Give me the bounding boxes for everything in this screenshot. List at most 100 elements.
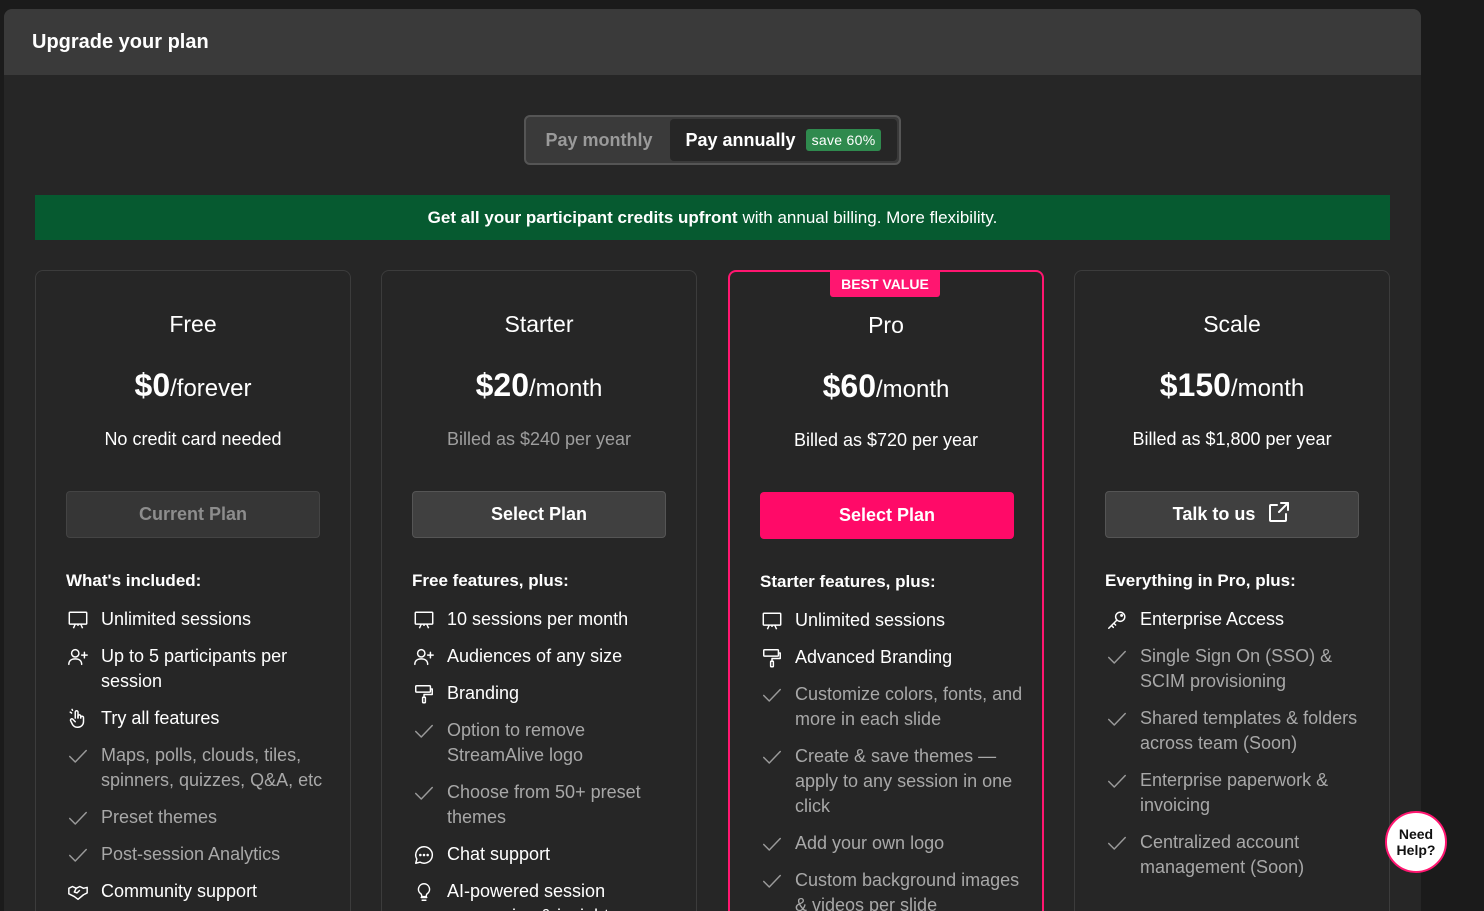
feature-text: Unlimited sessions [101, 609, 252, 629]
feature-item: Enterprise paperwork & invoicing [1105, 768, 1375, 818]
feature-list: 10 sessions per month Audiences of any si… [412, 607, 682, 911]
talk-to-us-button[interactable]: Talk to us [1105, 491, 1359, 538]
pay-monthly-option[interactable]: Pay monthly [528, 119, 670, 161]
feature-item: Maps, polls, clouds, tiles, spinners, qu… [66, 743, 336, 793]
feature-text: Branding [447, 683, 520, 703]
external-link-icon [1267, 500, 1291, 529]
price-period: /month [529, 375, 603, 402]
price-period: /month [1230, 375, 1305, 402]
pay-annually-label: Pay annually [685, 129, 796, 150]
feature-text: Shared templates & folders across team (… [1140, 708, 1358, 753]
need-help-button[interactable]: Need Help? [1385, 811, 1447, 873]
plan-name: Scale [1203, 311, 1261, 337]
feature-item: Create & save themes — apply to any sess… [760, 744, 1030, 819]
feature-text: Preset themes [101, 807, 218, 827]
feature-item: AI-powered session summaries & insights [412, 879, 682, 911]
feature-item: Advanced Branding [760, 645, 1030, 670]
feature-text: Post-session Analytics [101, 844, 281, 864]
check-icon [412, 719, 436, 743]
upgrade-plan-modal: Upgrade your plan Pay monthly Pay annual… [4, 9, 1421, 911]
feature-item: Choose from 50+ preset themes [412, 780, 682, 830]
chat-bubble-icon [412, 843, 436, 867]
feature-text: Community support [101, 881, 258, 901]
feature-item: Centralized account management (Soon) [1105, 830, 1375, 880]
feature-text: Advanced Branding [795, 647, 953, 667]
plan-billing: Billed as $240 per year [446, 429, 632, 449]
feature-list: Enterprise Access Single Sign On (SSO) & … [1105, 607, 1375, 892]
select-plan-starter-button[interactable]: Select Plan [412, 491, 666, 538]
lightbulb-icon [412, 880, 436, 904]
hand-pointer-icon [66, 707, 90, 731]
plan-card-free: Free $0/forever No credit card needed Cu… [35, 270, 351, 911]
presentation-icon [66, 608, 90, 632]
annual-billing-banner: Get all your participant credits upfront… [35, 195, 1390, 240]
handshake-icon [66, 880, 90, 904]
user-plus-icon [66, 645, 90, 669]
feature-item: Unlimited sessions [760, 608, 1030, 633]
feature-text: Custom background images & videos per sl… [795, 870, 1020, 911]
feature-text: Choose from 50+ preset themes [447, 782, 641, 827]
feature-item: Option to remove StreamAlive logo [412, 718, 682, 768]
price-period: /forever [170, 375, 252, 402]
feature-item: Custom background images & videos per sl… [760, 868, 1030, 911]
features-title: Starter features, plus: [760, 572, 936, 591]
plan-price: $150/month [1075, 367, 1389, 404]
price-amount: $150 [1159, 367, 1231, 403]
check-icon [1105, 707, 1129, 731]
current-plan-button[interactable]: Current Plan [66, 491, 320, 538]
feature-text: Customize colors, fonts, and more in eac… [795, 684, 1023, 729]
paint-roller-icon [412, 682, 436, 706]
key-icon [1105, 608, 1129, 632]
check-icon [760, 683, 784, 707]
feature-text: 10 sessions per month [447, 609, 629, 629]
talk-to-us-label: Talk to us [1172, 504, 1256, 524]
feature-item: Shared templates & folders across team (… [1105, 706, 1375, 756]
plan-billing: Billed as $720 per year [793, 430, 979, 450]
feature-text: Maps, polls, clouds, tiles, spinners, qu… [101, 745, 323, 790]
plan-name: Starter [504, 311, 574, 337]
price-amount: $60 [822, 368, 876, 404]
plan-name: Free [169, 311, 217, 337]
check-icon [760, 832, 784, 856]
feature-text: Enterprise Access [1140, 609, 1285, 629]
plan-billing: No credit card needed [104, 429, 282, 449]
price-period: /month [876, 376, 950, 403]
select-plan-pro-button[interactable]: Select Plan [760, 492, 1014, 539]
features-title: What's included: [66, 571, 202, 590]
feature-text: Add your own logo [795, 833, 945, 853]
paint-roller-icon [760, 646, 784, 670]
feature-item: Enterprise Access [1105, 607, 1375, 632]
plan-price: $60/month [730, 368, 1042, 405]
check-icon [66, 744, 90, 768]
feature-item: Post-session Analytics [66, 842, 336, 867]
save-badge: save 60% [805, 129, 882, 151]
plan-card-scale: Scale $150/month Billed as $1,800 per ye… [1074, 270, 1390, 911]
feature-text: Centralized account management (Soon) [1140, 832, 1305, 877]
feature-text: Up to 5 participants per session [101, 646, 288, 691]
check-icon [760, 745, 784, 769]
check-icon [66, 843, 90, 867]
feature-item: Single Sign On (SSO) & SCIM provisioning [1105, 644, 1375, 694]
feature-list: Unlimited sessions Up to 5 participants p… [66, 607, 336, 911]
plan-card-starter: Starter $20/month Billed as $240 per yea… [381, 270, 697, 911]
feature-item: Try all features [66, 706, 336, 731]
check-icon [1105, 769, 1129, 793]
pay-annually-option[interactable]: Pay annually save 60% [670, 119, 897, 161]
user-plus-icon [412, 645, 436, 669]
banner-bold-text: Get all your participant credits upfront [427, 207, 738, 227]
feature-text: Unlimited sessions [795, 610, 946, 630]
features-title: Free features, plus: [412, 571, 569, 590]
feature-item: Add your own logo [760, 831, 1030, 856]
billing-toggle: Pay monthly Pay annually save 60% [524, 115, 901, 165]
feature-text: Single Sign On (SSO) & SCIM provisioning [1140, 646, 1333, 691]
feature-text: Enterprise paperwork & invoicing [1140, 770, 1329, 815]
plan-card-pro: BEST VALUE Pro $60/month Billed as $720 … [728, 270, 1044, 911]
plan-price: $0/forever [36, 367, 350, 404]
features-title: Everything in Pro, plus: [1105, 571, 1296, 590]
feature-item: Community support [66, 879, 336, 904]
feature-text: Audiences of any size [447, 646, 623, 666]
check-icon [412, 781, 436, 805]
feature-text: Option to remove StreamAlive logo [447, 720, 586, 765]
banner-text: with annual billing. More flexibility. [742, 207, 998, 227]
feature-item: Chat support [412, 842, 682, 867]
